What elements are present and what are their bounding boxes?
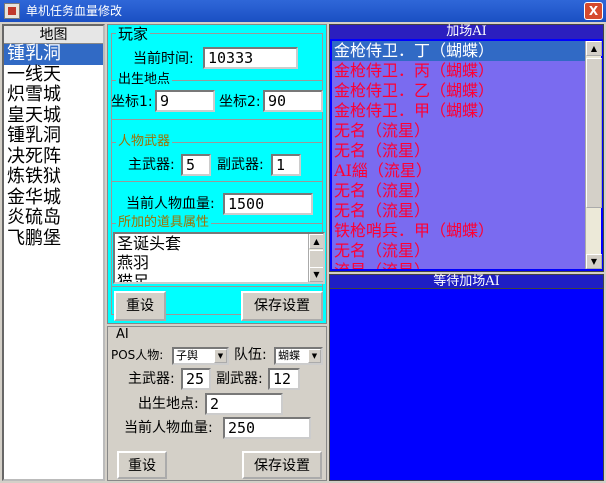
coord2-field[interactable]: 90 (263, 90, 323, 112)
ai-pos-select[interactable]: 子舆 ▼ (172, 347, 229, 365)
map-item[interactable]: 一线天 (4, 64, 103, 86)
ai-team-value: 蝴蝶 (278, 349, 300, 362)
ai-list-item[interactable]: 金枪侍卫．乙（蝴蝶） (332, 81, 585, 101)
prop-item[interactable]: 猫足 (115, 272, 323, 282)
ai-hp-label: 当前人物血量: (124, 420, 213, 436)
join-ai-header: 加场AI (330, 25, 603, 39)
ai-legend: AI (114, 327, 131, 342)
scroll-down-icon[interactable]: ▼ (309, 267, 323, 282)
hp-field[interactable]: 1500 (223, 193, 313, 215)
hp-label: 当前人物血量: (126, 196, 215, 212)
app-icon (4, 3, 20, 19)
player-save-button[interactable]: 保存设置 (241, 291, 323, 321)
current-time-label: 当前时间: (133, 51, 194, 67)
scroll-up-icon[interactable]: ▲ (309, 234, 323, 249)
sub-weapon-field[interactable]: 1 (271, 154, 301, 176)
current-time-field[interactable]: 10333 (203, 47, 298, 69)
ai-list-item[interactable]: AI緇（流星） (332, 161, 585, 181)
ai-sub-weapon-label: 副武器: (216, 371, 263, 387)
waiting-ai-panel[interactable]: 等待加场AI (329, 274, 604, 481)
ai-spawn-label: 出生地点: (138, 396, 199, 412)
waiting-ai-header: 等待加场AI (330, 275, 603, 289)
ai-list-item[interactable]: 无名（流星） (332, 141, 585, 161)
ai-list-item[interactable]: 金枪侍卫．丙（蝴蝶） (332, 61, 585, 81)
scroll-up-icon[interactable]: ▲ (586, 41, 602, 56)
ai-list-item[interactable]: 无名（流星） (332, 181, 585, 201)
ai-list-item[interactable]: 无名（流星） (332, 121, 585, 141)
scroll-thumb[interactable] (586, 58, 602, 208)
ai-reset-button[interactable]: 重设 (117, 451, 167, 479)
close-button[interactable]: X (584, 2, 603, 20)
window-title: 单机任务血量修改 (26, 4, 123, 18)
map-item[interactable]: 锺乳洞 (4, 125, 103, 147)
ai-save-button[interactable]: 保存设置 (242, 451, 322, 479)
main-weapon-label: 主武器: (128, 157, 175, 173)
map-item[interactable]: 锺乳洞 (4, 43, 103, 65)
props-scrollbar[interactable]: ▲ ▼ (308, 234, 323, 282)
coord1-field[interactable]: 9 (155, 90, 215, 112)
ai-list-item[interactable]: 金枪侍卫．甲（蝴蝶） (332, 101, 585, 121)
map-item[interactable]: 炼铁狱 (4, 166, 103, 188)
map-list-header: 地图 (4, 26, 103, 44)
map-item[interactable]: 炎硫岛 (4, 207, 103, 229)
coord1-label: 坐标1: (111, 94, 153, 110)
ai-spawn-field[interactable]: 2 (205, 393, 283, 415)
coord2-label: 坐标2: (219, 94, 261, 110)
map-list[interactable]: 地图 锺乳洞 一线天 炽雪城 皇天城 锺乳洞 决死阵 炼铁狱 金华城 炎硫岛 飞… (2, 24, 105, 481)
map-item[interactable]: 炽雪城 (4, 84, 103, 106)
map-item[interactable]: 决死阵 (4, 146, 103, 168)
ai-list-item[interactable]: 无名（流星） (332, 241, 585, 261)
props-list[interactable]: 圣诞头套 燕羽 猫足 ▲ ▼ (113, 232, 325, 284)
player-reset-button[interactable]: 重设 (114, 291, 166, 321)
player-legend: 玩家 (116, 25, 151, 43)
ai-main-weapon-label: 主武器: (128, 371, 175, 387)
weapon-legend: 人物武器 (116, 134, 173, 149)
chevron-down-icon[interactable]: ▼ (308, 349, 321, 363)
ai-hp-field[interactable]: 250 (223, 417, 311, 439)
ai-pos-value: 子舆 (176, 349, 198, 362)
title-bar: 单机任务血量修改 X (0, 0, 606, 22)
scroll-thumb[interactable] (309, 250, 323, 268)
map-item[interactable]: 金华城 (4, 187, 103, 209)
main-weapon-field[interactable]: 5 (181, 154, 211, 176)
ai-team-label: 队伍: (234, 347, 267, 363)
scroll-down-icon[interactable]: ▼ (586, 254, 602, 269)
prop-item[interactable]: 圣诞头套 (115, 234, 323, 253)
ai-list-item[interactable]: 流星（流星） (332, 261, 585, 269)
ai-pos-label: POS人物: (111, 348, 164, 362)
sub-weapon-label: 副武器: (217, 157, 264, 173)
ai-panel: AI POS人物: 子舆 ▼ 队伍: 蝴蝶 ▼ 主武器: 25 副武器: 12 … (107, 326, 327, 481)
ai-list-item[interactable]: 金枪侍卫．丁（蝴蝶） (332, 41, 585, 61)
ai-list-item[interactable]: 铁枪哨兵．甲（蝴蝶） (332, 221, 585, 241)
ai-team-select[interactable]: 蝴蝶 ▼ (274, 347, 323, 365)
join-ai-panel: 加场AI 金枪侍卫．丁（蝴蝶） 金枪侍卫．丙（蝴蝶） 金枪侍卫．乙（蝴蝶） 金枪… (329, 24, 604, 272)
ai-main-weapon-field[interactable]: 25 (181, 368, 211, 390)
chevron-down-icon[interactable]: ▼ (214, 349, 227, 363)
ai-list-item[interactable]: 无名（流星） (332, 201, 585, 221)
spawn-legend: 出生地点 (116, 72, 173, 87)
ai-sub-weapon-field[interactable]: 12 (268, 368, 300, 390)
map-item[interactable]: 飞鹏堡 (4, 228, 103, 250)
join-ai-scrollbar[interactable]: ▲ ▼ (585, 41, 602, 269)
map-item[interactable]: 皇天城 (4, 105, 103, 127)
props-legend: 所加的道具属性 (116, 215, 212, 230)
join-ai-list[interactable]: 金枪侍卫．丁（蝴蝶） 金枪侍卫．丙（蝴蝶） 金枪侍卫．乙（蝴蝶） 金枪侍卫．甲（… (332, 41, 585, 269)
prop-item[interactable]: 燕羽 (115, 253, 323, 272)
player-panel: 玩家 当前时间: 10333 出生地点 坐标1: 9 坐标2: 90 人物武器 … (107, 24, 327, 324)
